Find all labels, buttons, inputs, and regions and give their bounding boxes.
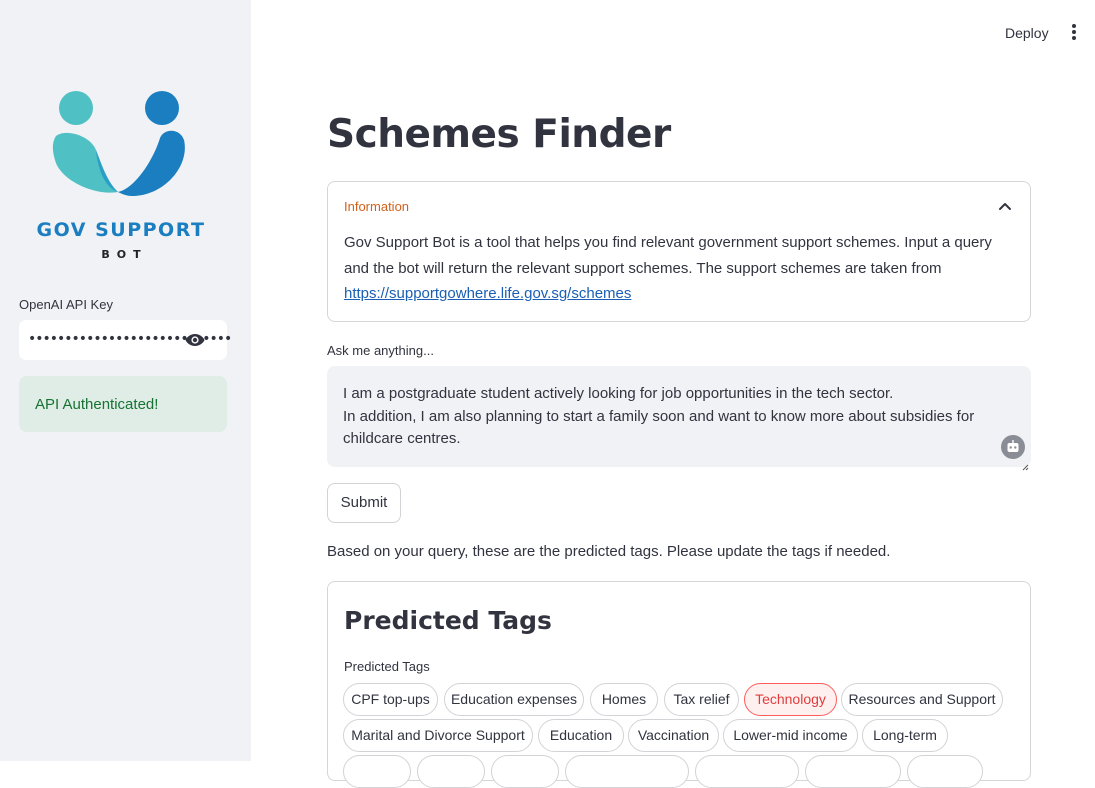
logo-title: GOV SUPPORT: [36, 219, 206, 241]
page-title: Schemes Finder: [327, 112, 671, 157]
schemes-link[interactable]: https://supportgowhere.life.gov.sg/schem…: [344, 285, 631, 302]
logo-figures-icon: [52, 91, 185, 196]
robot-icon: [1001, 435, 1025, 459]
sidebar: GOV SUPPORT BOT OpenAI API Key •••••••••…: [0, 0, 251, 761]
tag-pill-cut-off[interactable]: [805, 755, 901, 788]
gov-support-bot-logo: GOV SUPPORT BOT: [36, 88, 206, 268]
tag-pill-cut-off[interactable]: [343, 755, 411, 788]
tag-pill[interactable]: Education: [538, 719, 624, 752]
api-status-alert: API Authenticated!: [19, 376, 227, 432]
tag-pill[interactable]: Lower-mid income: [723, 719, 858, 752]
submit-button[interactable]: Submit: [327, 483, 401, 523]
tag-pill[interactable]: Homes: [590, 683, 658, 716]
resize-handle-icon[interactable]: [1022, 458, 1029, 471]
info-body: Gov Support Bot is a tool that helps you…: [344, 234, 992, 277]
tag-pill-cut-off[interactable]: [417, 755, 485, 788]
api-key-label: OpenAI API Key: [19, 297, 113, 312]
tag-pill-cut-off[interactable]: [491, 755, 559, 788]
api-status-text: API Authenticated!: [35, 396, 159, 413]
tag-pill-cut-off[interactable]: [695, 755, 799, 788]
logo-subtitle: BOT: [101, 248, 148, 261]
eye-icon[interactable]: [185, 332, 205, 348]
api-key-input[interactable]: ••••••••••••••••••••••••••••: [19, 320, 232, 360]
tag-pill[interactable]: CPF top-ups: [343, 683, 438, 716]
info-expander-header[interactable]: Information: [344, 199, 409, 214]
deploy-button[interactable]: Deploy: [1005, 25, 1049, 41]
info-text: Gov Support Bot is a tool that helps you…: [344, 230, 1016, 307]
tag-pill[interactable]: Vaccination: [628, 719, 719, 752]
chevron-up-icon[interactable]: [998, 198, 1012, 210]
query-textarea[interactable]: I am a postgraduate student actively loo…: [327, 366, 1031, 471]
tag-pill-cut-off[interactable]: [907, 755, 983, 788]
query-text: I am a postgraduate student actively loo…: [343, 385, 975, 447]
predicted-tags-title: Predicted Tags: [344, 606, 552, 635]
main-menu-icon[interactable]: [1066, 22, 1082, 42]
tag-pill[interactable]: Resources and Support: [841, 683, 1003, 716]
tag-pill[interactable]: Long-term: [862, 719, 948, 752]
predicted-tags-panel: Predicted Tags Predicted Tags CPF top-up…: [327, 581, 1031, 788]
tag-pill-selected[interactable]: Technology: [744, 683, 837, 716]
tag-pill-cut-off[interactable]: [565, 755, 689, 788]
tag-pill[interactable]: Tax relief: [664, 683, 739, 716]
tag-pill[interactable]: Marital and Divorce Support: [343, 719, 533, 752]
predicted-tags-note: Based on your query, these are the predi…: [327, 543, 891, 560]
tag-pill[interactable]: Education expenses: [444, 683, 584, 716]
query-label: Ask me anything...: [327, 343, 434, 358]
predicted-tags-label: Predicted Tags: [344, 659, 430, 674]
info-expander: Information Gov Support Bot is a tool th…: [327, 181, 1031, 322]
